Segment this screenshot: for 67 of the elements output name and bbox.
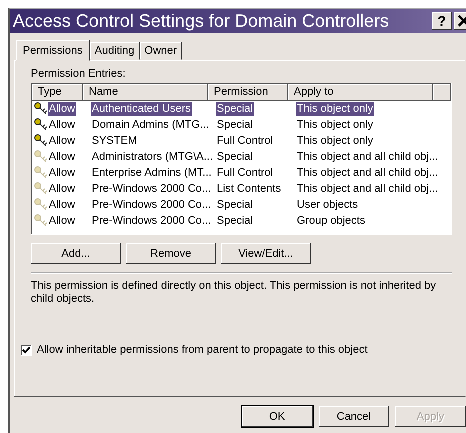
checkbox[interactable]: [21, 344, 32, 356]
table-cell: SYSTEM: [91, 134, 138, 148]
table-cell: Pre-Windows 2000 Co...: [91, 182, 212, 196]
tab[interactable]: Auditing: [90, 42, 140, 60]
table-cell: Allow: [48, 134, 76, 148]
table-cell: Special: [216, 150, 254, 164]
list-row[interactable]: Allow Pre-Windows 2000 Co... List Contents This object and all child obj...: [32, 181, 451, 197]
column-header[interactable]: Apply to: [288, 84, 433, 101]
dialog-button[interactable]: OK: [242, 406, 313, 427]
list-row[interactable]: Allow Authenticated Users Special This object only: [32, 101, 451, 117]
tab[interactable]: Owner: [140, 42, 182, 60]
table-cell: List Contents: [216, 182, 282, 196]
column-header[interactable]: Type: [32, 84, 83, 101]
table-cell: Authenticated Users: [91, 102, 192, 116]
table-cell: This object and all child obj...: [296, 166, 440, 180]
table-cell: Allow: [48, 166, 76, 180]
table-cell: User objects: [296, 198, 360, 212]
table-cell: Pre-Windows 2000 Co...: [91, 198, 212, 212]
table-cell: Group objects: [296, 214, 366, 228]
key-icon: [34, 102, 48, 116]
list-row[interactable]: Allow Administrators (MTG\A... Special This object and all child obj...: [32, 149, 451, 165]
key-icon: [34, 150, 48, 164]
list-button[interactable]: Add...: [31, 243, 121, 264]
table-cell: This object only: [296, 102, 374, 116]
description-text: This permission is defined directly on this object. This permission is not inherited by child objects.: [31, 280, 438, 306]
list-button[interactable]: Remove: [126, 243, 216, 264]
table-cell: Administrators (MTG\A...: [91, 150, 214, 164]
key-icon: [34, 198, 48, 212]
table-cell: This object and all child obj...: [296, 182, 440, 196]
window-title: Access Control Settings for Domain Controllers: [13, 10, 390, 32]
table-cell: Domain Admins (MTG...: [91, 118, 210, 132]
checkbox-label: Allow inheritable permissions from parent to propagate to this object: [37, 344, 368, 356]
table-cell: Allow: [48, 214, 76, 228]
help-button[interactable]: ?: [432, 12, 452, 30]
list-row[interactable]: Allow Pre-Windows 2000 Co... Special Group objects: [32, 213, 451, 229]
key-icon: [34, 182, 48, 196]
column-header[interactable]: Name: [83, 84, 208, 101]
list-button[interactable]: View/Edit...: [221, 243, 311, 264]
table-cell: Full Control: [216, 134, 274, 148]
table-cell: Special: [216, 198, 254, 212]
tab[interactable]: Permissions: [16, 40, 90, 61]
table-cell: Special: [216, 118, 254, 132]
key-icon: [34, 118, 48, 132]
table-cell: Enterprise Admins (MT...: [91, 166, 213, 180]
table-cell: Special: [216, 214, 254, 228]
table-cell: Pre-Windows 2000 Co...: [91, 214, 212, 228]
table-cell: Allow: [48, 118, 76, 132]
check-icon: [22, 346, 31, 354]
key-icon: [34, 166, 48, 180]
list-label: Permission Entries:: [31, 68, 127, 80]
table-cell: Allow: [48, 198, 76, 212]
list-row[interactable]: Allow Enterprise Admins (MT... Full Control This object and all child obj...: [32, 165, 451, 181]
key-icon: [34, 134, 48, 148]
table-cell: This object only: [296, 118, 374, 132]
list-row[interactable]: Allow SYSTEM Full Control This object only: [32, 133, 451, 149]
table-cell: This object and all child obj...: [296, 150, 440, 164]
column-header[interactable]: Permission: [208, 84, 288, 101]
list-row[interactable]: Allow Domain Admins (MTG... Special This object only: [32, 117, 451, 133]
dialog-button[interactable]: Cancel: [318, 406, 390, 427]
list-row[interactable]: Allow Pre-Windows 2000 Co... Special User objects: [32, 197, 451, 213]
table-cell: Allow: [48, 182, 76, 196]
key-icon: [34, 214, 48, 228]
table-cell: Special: [216, 102, 254, 116]
table-cell: This object only: [296, 134, 374, 148]
table-cell: Allow: [48, 150, 76, 164]
table-cell: Allow: [48, 102, 76, 116]
table-cell: Full Control: [216, 166, 274, 180]
